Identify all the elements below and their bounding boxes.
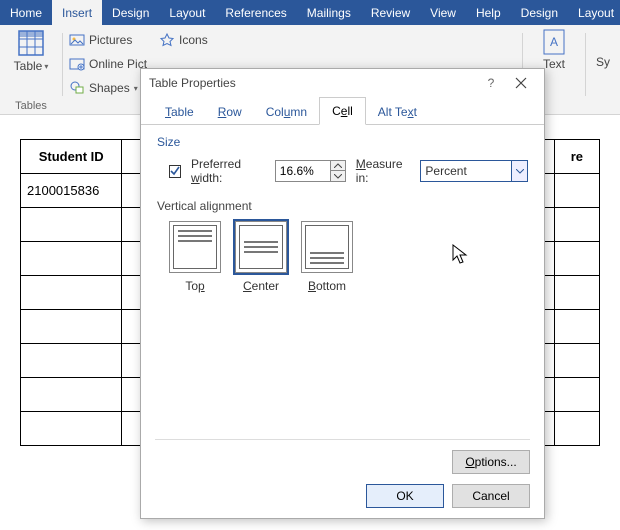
valign-center[interactable]: Center	[235, 221, 287, 293]
valign-top[interactable]: Top	[169, 221, 221, 293]
preferred-width-input[interactable]	[275, 160, 346, 182]
ribbon-tabs: Home Insert Design Layout References Mai…	[0, 0, 620, 25]
table-header-student-id[interactable]: Student ID	[21, 140, 122, 174]
pictures-button[interactable]: Pictures	[69, 29, 147, 51]
chevron-down-icon	[516, 169, 524, 174]
ribbon-group-tables: Table▾ Tables	[6, 29, 56, 114]
table-button[interactable]: Table▾	[10, 29, 52, 73]
dialog-close-button[interactable]	[506, 71, 536, 95]
table-button-label: Table	[14, 59, 43, 73]
table-icon	[17, 29, 45, 57]
tab-insert[interactable]: Insert	[52, 0, 102, 25]
online-pictures-button[interactable]: Online Pict	[69, 53, 147, 75]
dialog-tab-cell[interactable]: Cell	[319, 97, 366, 125]
online-pictures-label: Online Pict	[89, 57, 147, 71]
symbols-label: Sy	[596, 29, 610, 69]
tables-group-label: Tables	[15, 100, 47, 114]
tab-help[interactable]: Help	[466, 0, 511, 25]
pictures-icon	[69, 32, 85, 48]
measure-in-select[interactable]: Percent	[420, 160, 528, 182]
valign-center-label: Center	[243, 279, 279, 293]
table-header-right[interactable]: re	[554, 140, 599, 174]
tab-references[interactable]: References	[215, 0, 296, 25]
cancel-button[interactable]: Cancel	[452, 484, 530, 508]
dialog-tab-table[interactable]: Table	[153, 99, 206, 125]
shapes-label: Shapes	[89, 81, 130, 95]
close-icon	[515, 77, 527, 89]
pictures-label: Pictures	[89, 33, 132, 47]
dialog-tab-column[interactable]: Column	[254, 99, 319, 125]
tab-view[interactable]: View	[420, 0, 466, 25]
dialog-tab-row[interactable]: Row	[206, 99, 254, 125]
shapes-icon	[69, 80, 85, 96]
dialog-body: Size Preferred width: Measure in: Percen…	[141, 125, 544, 429]
table-properties-dialog: Table Properties ? Table Row Column Cell…	[140, 68, 545, 519]
text-box-icon: A	[543, 29, 565, 55]
dialog-title: Table Properties	[149, 76, 236, 90]
tab-home[interactable]: Home	[0, 0, 52, 25]
options-button[interactable]: Options...	[452, 450, 530, 474]
table-cell[interactable]: 2100015836	[21, 174, 122, 208]
dialog-help-button[interactable]: ?	[476, 71, 506, 95]
spin-down[interactable]	[331, 171, 345, 181]
size-section-label: Size	[157, 135, 528, 149]
text-button[interactable]: A Text	[533, 29, 575, 71]
icons-button[interactable]: Icons	[159, 29, 208, 51]
tab-layout[interactable]: Layout	[159, 0, 215, 25]
chevron-up-icon	[334, 163, 342, 168]
preferred-width-field[interactable]	[276, 161, 330, 181]
valign-bottom[interactable]: Bottom	[301, 221, 353, 293]
shapes-button[interactable]: Shapes▾	[69, 77, 147, 99]
spin-up[interactable]	[331, 161, 345, 171]
online-pictures-icon	[69, 56, 85, 72]
dialog-tabs: Table Row Column Cell Alt Text	[141, 97, 544, 125]
ribbon-group-symbols: Sy	[592, 29, 614, 114]
dialog-titlebar[interactable]: Table Properties ?	[141, 69, 544, 97]
ribbon-group-illustrations: Pictures Online Pict Shapes▾	[69, 29, 147, 114]
valign-bottom-label: Bottom	[308, 279, 346, 293]
dropdown-arrow	[511, 161, 527, 181]
preferred-width-checkbox[interactable]	[169, 165, 181, 178]
measure-in-value: Percent	[425, 164, 466, 178]
tab-mailings[interactable]: Mailings	[297, 0, 361, 25]
icons-label: Icons	[179, 33, 208, 47]
text-button-label: Text	[543, 57, 565, 71]
preferred-width-label: Preferred width:	[191, 157, 265, 185]
dialog-tab-alt-text[interactable]: Alt Text	[366, 99, 429, 125]
check-icon	[170, 166, 180, 176]
dialog-footer: Options... OK Cancel	[141, 429, 544, 518]
chevron-down-icon	[334, 174, 342, 179]
vertical-alignment-label: Vertical alignment	[157, 199, 528, 213]
tab-table-design[interactable]: Design	[511, 0, 568, 25]
icons-icon	[159, 32, 175, 48]
valign-top-label: Top	[185, 279, 204, 293]
tab-design[interactable]: Design	[102, 0, 159, 25]
measure-in-label: Measure in:	[356, 157, 411, 185]
tab-table-layout[interactable]: Layout	[568, 0, 620, 25]
ok-button[interactable]: OK	[366, 484, 444, 508]
tab-review[interactable]: Review	[361, 0, 420, 25]
svg-text:A: A	[550, 35, 558, 49]
